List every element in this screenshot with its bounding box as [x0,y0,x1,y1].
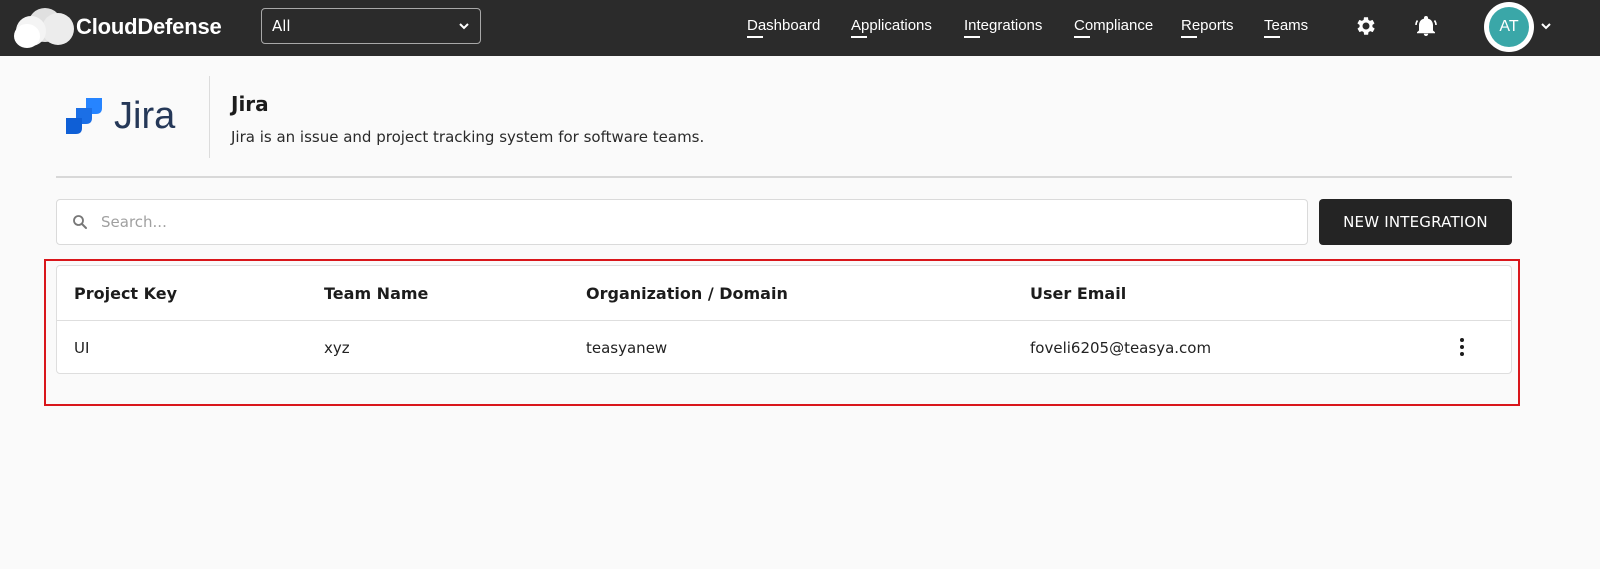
search-icon [73,215,87,229]
gear-icon[interactable] [1354,14,1378,38]
nav-compliance[interactable]: Compliance [1074,17,1153,38]
app-logo[interactable]: CloudDefense [14,4,222,50]
chevron-down-icon [459,23,469,30]
jira-icon [66,98,102,134]
new-integration-button[interactable]: NEW INTEGRATION [1319,199,1512,245]
nav-teams[interactable]: Teams [1264,17,1308,38]
search-box[interactable] [56,199,1308,245]
vertical-divider [209,76,210,158]
top-navigation-bar: CloudDefense All Dashboard Applications … [0,0,1600,56]
scope-select[interactable]: All [261,8,481,44]
page-description: Jira is an issue and project tracking sy… [231,128,705,146]
nav-dashboard[interactable]: Dashboard [747,17,820,38]
page-title: Jira [231,92,269,116]
scope-select-value: All [272,17,291,35]
nav-reports[interactable]: Reports [1181,17,1234,38]
cloud-logo-icon [14,4,76,50]
highlight-box [44,259,1520,406]
search-input[interactable] [101,213,1251,231]
brand-name: CloudDefense [76,14,222,39]
chevron-down-icon[interactable] [1540,20,1552,32]
nav-integrations[interactable]: Integrations [964,17,1042,38]
jira-logo: Jira [62,94,175,138]
bell-icon[interactable] [1414,14,1438,38]
user-avatar-button[interactable]: AT [1484,2,1534,52]
avatar: AT [1489,7,1529,47]
jira-logo-text: Jira [114,94,176,137]
header-divider [56,176,1512,178]
nav-applications[interactable]: Applications [851,17,932,38]
